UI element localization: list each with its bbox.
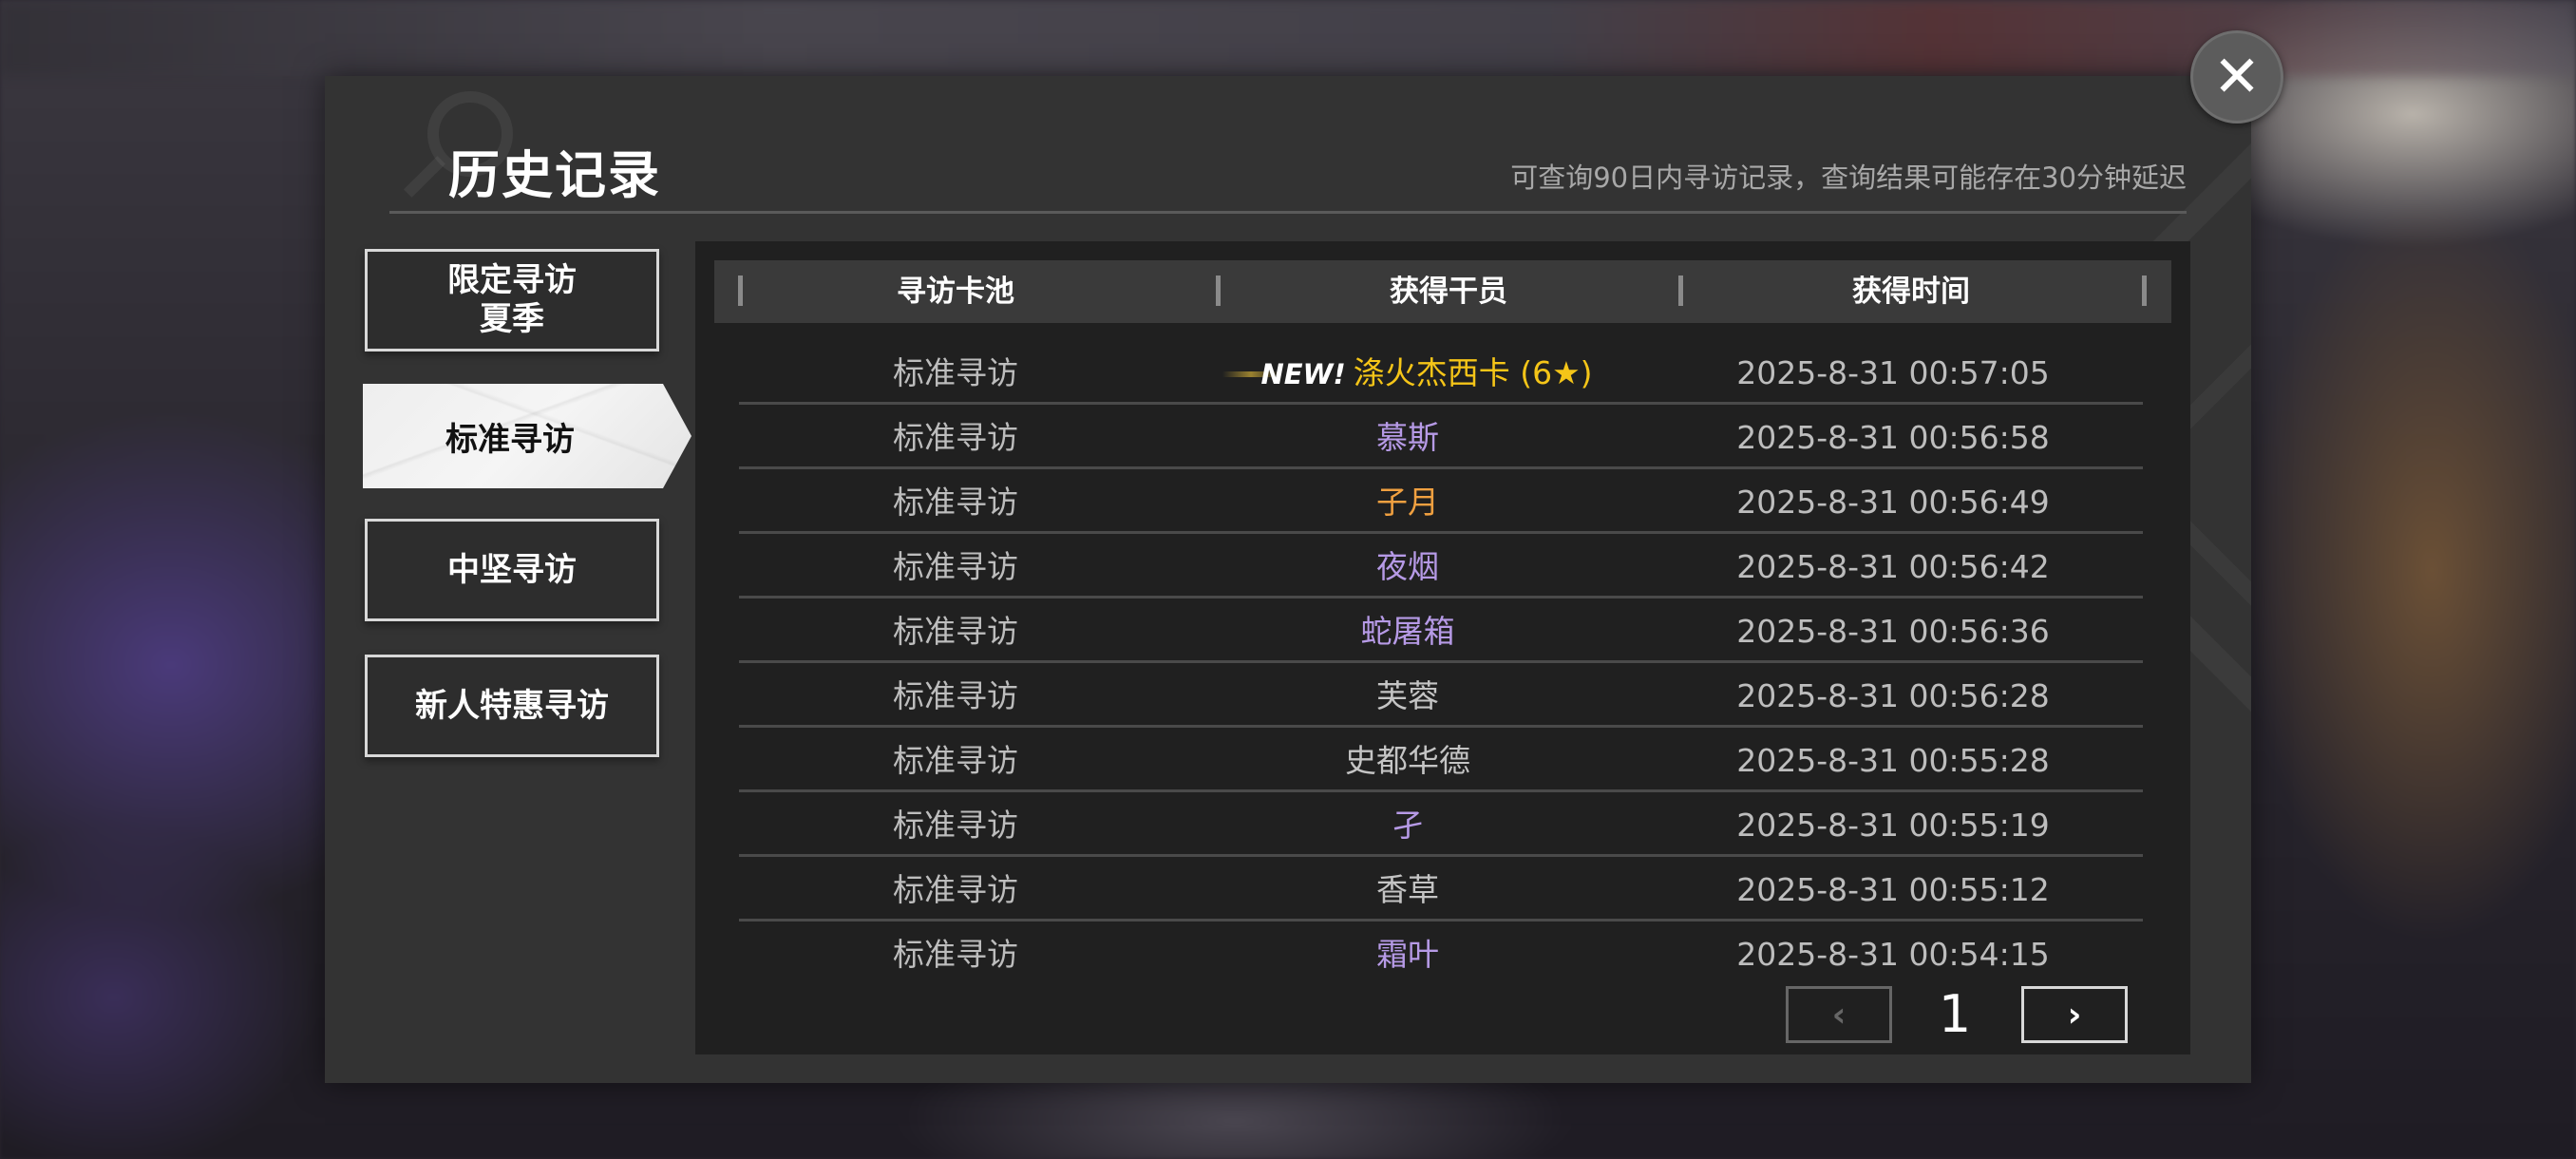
next-page-button[interactable]: › <box>2021 986 2128 1043</box>
pool-cell: 标准寻访 <box>893 419 1018 456</box>
row-divider <box>739 854 2143 857</box>
row-divider <box>739 725 2143 728</box>
operator-name: 孑 <box>1392 807 1424 844</box>
magnifier-handle-watermark <box>404 156 445 198</box>
row-divider <box>739 596 2143 598</box>
operator-cell: 慕斯 <box>1172 407 1643 469</box>
table-row: 标准寻访 芙蓉 2025-8-31 00:56:28 <box>739 665 2143 728</box>
page-title: 历史记录 <box>448 145 661 205</box>
operator-name: 香草 <box>1376 871 1439 908</box>
time-cell: 2025-8-31 00:55:12 <box>1736 871 2050 908</box>
row-divider <box>739 402 2143 405</box>
table-row: 标准寻访 夜烟 2025-8-31 00:56:42 <box>739 536 2143 598</box>
row-divider <box>739 466 2143 469</box>
pool-cell: 标准寻访 <box>893 936 1018 973</box>
close-button[interactable]: ✕ <box>2190 30 2283 124</box>
pool-cell: 标准寻访 <box>893 354 1018 391</box>
time-cell: 2025-8-31 00:54:15 <box>1736 936 2050 973</box>
tab-core[interactable]: 中坚寻访 <box>365 519 659 621</box>
operator-name: 慕斯 <box>1376 419 1439 456</box>
time-cell: 2025-8-31 00:56:36 <box>1736 613 2050 650</box>
operator-name: 蛇屠箱 <box>1360 613 1455 650</box>
table-row: 标准寻访 蛇屠箱 2025-8-31 00:56:36 <box>739 600 2143 663</box>
table-row: 标准寻访 香草 2025-8-31 00:55:12 <box>739 859 2143 922</box>
tab-standard[interactable]: 标准寻访 <box>363 384 691 488</box>
column-header-time: 获得时间 <box>1852 275 1970 309</box>
tab-newbie[interactable]: 新人特惠寻访 <box>365 655 659 757</box>
operator-cell: 霜叶 <box>1172 923 1643 986</box>
time-cell: 2025-8-31 00:56:58 <box>1736 419 2050 456</box>
pool-cell: 标准寻访 <box>893 484 1018 521</box>
pool-cell: 标准寻访 <box>893 871 1018 908</box>
blurred-top-bar <box>0 0 2576 76</box>
page-number: 1 <box>1938 984 1972 1044</box>
table-row: 标准寻访 史都华德 2025-8-31 00:55:28 <box>739 730 2143 792</box>
time-cell: 2025-8-31 00:55:19 <box>1736 807 2050 844</box>
operator-name: 涤火杰西卡 (6★) <box>1353 354 1593 391</box>
column-header-pool: 寻访卡池 <box>897 275 1014 309</box>
operator-cell: 香草 <box>1172 859 1643 922</box>
pool-cell: 标准寻访 <box>893 742 1018 779</box>
operator-name: 夜烟 <box>1376 548 1439 585</box>
pool-cell: 标准寻访 <box>893 677 1018 714</box>
row-divider <box>739 531 2143 534</box>
operator-name: 史都华德 <box>1345 742 1470 779</box>
prev-page-button[interactable]: ‹ <box>1786 986 1892 1043</box>
table-row: 标准寻访 孑 2025-8-31 00:55:19 <box>739 794 2143 857</box>
table-row: 标准寻访 霜叶 2025-8-31 00:54:15 <box>739 923 2143 986</box>
time-cell: 2025-8-31 00:56:28 <box>1736 677 2050 714</box>
chevron-left-icon: ‹ <box>1831 995 1847 1035</box>
operator-cell: 芙蓉 <box>1172 665 1643 728</box>
operator-cell: 夜烟 <box>1172 536 1643 598</box>
operator-cell: 孑 <box>1172 794 1643 857</box>
table-row: 标准寻访 慕斯 2025-8-31 00:56:58 <box>739 407 2143 469</box>
table-row: 标准寻访 子月 2025-8-31 00:56:49 <box>739 471 2143 534</box>
table-row: 标准寻访 NEW! 涤火杰西卡 (6★) 2025-8-31 00:57:05 <box>739 342 2143 406</box>
operator-name: 芙蓉 <box>1376 677 1439 714</box>
operator-cell: 蛇屠箱 <box>1172 600 1643 663</box>
time-cell: 2025-8-31 00:55:28 <box>1736 742 2050 779</box>
pool-cell: 标准寻访 <box>893 548 1018 585</box>
row-divider <box>739 789 2143 792</box>
tab-limited-summer[interactable]: 限定寻访 夏季 <box>365 249 659 352</box>
row-divider <box>739 919 2143 922</box>
chevron-right-icon: › <box>2067 995 2082 1035</box>
tab-standard-label: 标准寻访 <box>445 420 575 459</box>
operator-name: 子月 <box>1376 484 1439 521</box>
time-cell: 2025-8-31 00:56:49 <box>1736 484 2050 521</box>
column-header-operator: 获得干员 <box>1390 275 1507 309</box>
time-cell: 2025-8-31 00:56:42 <box>1736 548 2050 585</box>
operator-cell: 史都华德 <box>1172 730 1643 792</box>
operator-name: 霜叶 <box>1376 936 1439 973</box>
operator-cell: 子月 <box>1172 471 1643 534</box>
operator-cell: NEW! 涤火杰西卡 (6★) <box>1172 342 1643 406</box>
query-hint: 可查询90日内寻访记录，查询结果可能存在30分钟延迟 <box>1510 162 2187 194</box>
close-icon: ✕ <box>2212 44 2262 110</box>
pool-cell: 标准寻访 <box>893 613 1018 650</box>
time-cell: 2025-8-31 00:57:05 <box>1736 354 2050 391</box>
row-divider <box>739 660 2143 663</box>
pool-cell: 标准寻访 <box>893 807 1018 844</box>
new-badge: NEW! <box>1222 343 1346 406</box>
title-divider <box>389 211 2187 214</box>
